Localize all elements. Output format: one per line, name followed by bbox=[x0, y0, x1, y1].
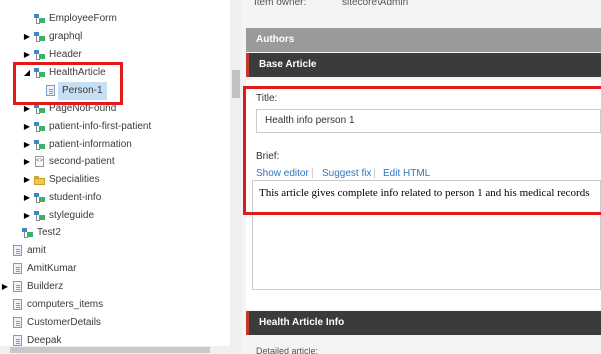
expand-arrow-icon[interactable]: ▶ bbox=[22, 100, 32, 118]
show-editor-link[interactable]: Show editor bbox=[256, 168, 309, 179]
detailed-article-label: Detailed article: bbox=[256, 346, 319, 354]
tree-item-label: graphql bbox=[49, 31, 83, 42]
template-icon bbox=[34, 121, 46, 133]
tree-item-label: CustomerDetails bbox=[27, 317, 101, 328]
template-icon bbox=[34, 49, 46, 61]
tree-horizontal-scrollbar[interactable] bbox=[0, 346, 230, 354]
document-icon bbox=[13, 317, 22, 328]
section-authors[interactable]: Authors bbox=[246, 28, 601, 52]
document-icon bbox=[13, 245, 22, 256]
expand-arrow-icon[interactable]: ▶ bbox=[22, 46, 32, 64]
tree-item-label: amit bbox=[27, 245, 46, 256]
template-icon bbox=[34, 192, 46, 204]
tree-item-label: Specialities bbox=[49, 174, 100, 185]
template-icon bbox=[34, 210, 46, 222]
collapse-arrow-icon[interactable]: ◢ bbox=[22, 64, 32, 82]
tree-item-label: Header bbox=[49, 49, 82, 60]
brief-label: Brief: bbox=[256, 151, 280, 162]
document-icon bbox=[46, 85, 55, 96]
tree-item-label: computers_items bbox=[27, 299, 104, 310]
folder-icon bbox=[34, 174, 46, 186]
item-owner-row: Item owner: sitecore\Admin bbox=[254, 0, 601, 20]
expand-arrow-icon[interactable]: ▶ bbox=[0, 278, 10, 296]
link-separator: | bbox=[373, 168, 376, 179]
scrollbar-thumb[interactable] bbox=[10, 347, 210, 353]
template-icon bbox=[34, 67, 46, 79]
document-icon bbox=[13, 299, 22, 310]
tree-item-label: AmitKumar bbox=[27, 263, 77, 274]
tree-item-label: patient-info-first-patient bbox=[49, 121, 152, 132]
tree-item-label: patient-information bbox=[49, 139, 132, 150]
tree-item-label: styleguide bbox=[49, 210, 95, 221]
item-editor: Item owner: sitecore\Admin Authors Base … bbox=[242, 0, 601, 354]
brief-text: This article gives complete info related… bbox=[259, 187, 590, 199]
expand-arrow-icon[interactable]: ▶ bbox=[22, 136, 32, 154]
title-label: Title: bbox=[256, 93, 278, 104]
item-owner-value: sitecore\Admin bbox=[342, 0, 409, 8]
tree-item-label: PageNotFound bbox=[49, 103, 117, 114]
suggest-fix-link[interactable]: Suggest fix bbox=[322, 168, 371, 179]
template-icon bbox=[34, 139, 46, 151]
tree-item-label: Person-1 bbox=[58, 82, 107, 100]
tree-item-label: HealthArticle bbox=[49, 67, 106, 78]
link-separator: | bbox=[311, 168, 314, 179]
expand-arrow-icon[interactable]: ▶ bbox=[22, 207, 32, 225]
tree-item-label: student-info bbox=[49, 192, 102, 203]
tree-item-label: EmployeeForm bbox=[49, 13, 117, 24]
tree-vertical-scrollbar[interactable] bbox=[230, 0, 242, 354]
title-input[interactable]: Health info person 1 bbox=[256, 109, 601, 133]
section-base-article[interactable]: Base Article bbox=[246, 53, 601, 77]
expand-arrow-icon[interactable]: ▶ bbox=[22, 118, 32, 136]
tree-item-label: Test2 bbox=[37, 227, 61, 238]
template-icon bbox=[34, 31, 46, 43]
brief-richtext-field[interactable]: This article gives complete info related… bbox=[252, 180, 601, 290]
document-icon bbox=[13, 335, 22, 346]
expand-arrow-icon[interactable]: ▶ bbox=[22, 171, 32, 189]
tree-item-label: second-patient bbox=[49, 156, 115, 167]
document-icon bbox=[13, 263, 22, 274]
expand-arrow-icon[interactable]: ▶ bbox=[22, 189, 32, 207]
content-tree: EmployeeForm ▶ graphql ▶ Header ◢ HealthArticl… bbox=[0, 0, 230, 354]
item-owner-label: Item owner: bbox=[254, 0, 307, 8]
expand-arrow-icon[interactable]: ▶ bbox=[22, 153, 32, 171]
expand-arrow-icon[interactable]: ▶ bbox=[22, 28, 32, 46]
template-icon bbox=[34, 13, 46, 25]
template-icon bbox=[22, 227, 34, 239]
code-icon: <> bbox=[35, 156, 44, 167]
edit-html-link[interactable]: Edit HTML bbox=[383, 168, 430, 179]
scrollbar-thumb[interactable] bbox=[232, 70, 240, 98]
template-icon bbox=[34, 103, 46, 115]
section-health-article-info[interactable]: Health Article Info bbox=[246, 311, 601, 335]
document-icon bbox=[13, 281, 22, 292]
tree-item-label: Builderz bbox=[27, 281, 64, 292]
